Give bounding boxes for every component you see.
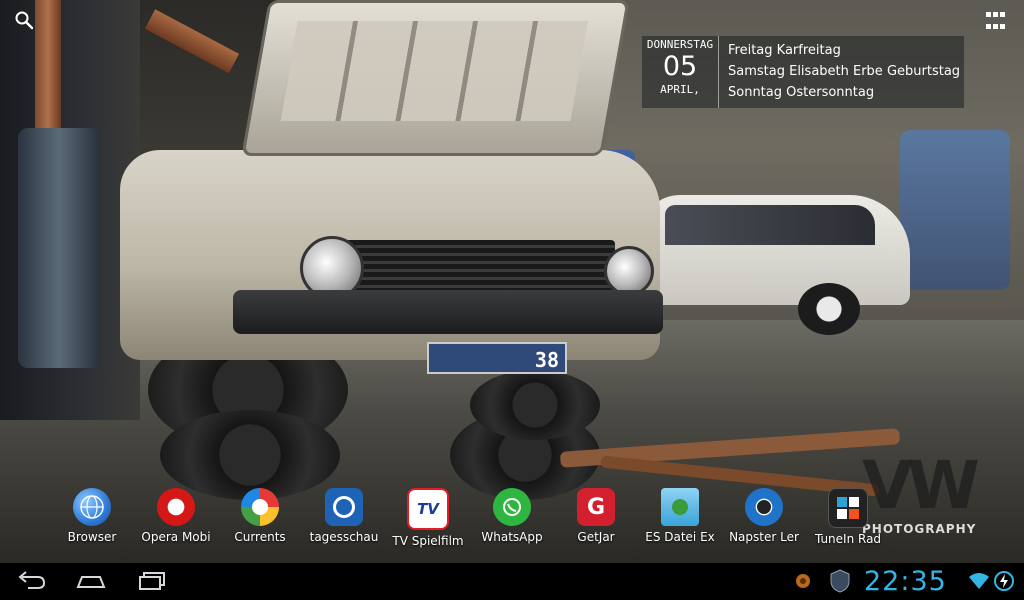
app-label: TuneIn Rad [814, 532, 882, 546]
wallpaper-bumper [233, 290, 663, 334]
app-label: Currents [234, 530, 286, 544]
app-shortcut-row: Browser Opera Mobi Currents tagesschau T… [60, 488, 890, 548]
all-apps-icon[interactable] [986, 12, 1008, 34]
wallpaper-license-plate: 38 [427, 342, 567, 374]
calendar-event[interactable]: Sonntag Ostersonntag [728, 82, 960, 103]
tagesschau-icon [325, 488, 363, 526]
calendar-events: Freitag Karfreitag Samstag Elisabeth Erb… [728, 40, 960, 103]
calendar-widget[interactable]: DONNERSTAG 05 APRIL, Freitag Karfreitag … [642, 36, 964, 108]
security-shield-icon[interactable] [830, 569, 850, 597]
wallpaper-white-car-window [665, 205, 875, 245]
wallpaper-headlight [604, 246, 654, 296]
recent-apps-icon[interactable] [134, 569, 168, 593]
calendar-event[interactable]: Samstag Elisabeth Erbe Geburtstag [728, 61, 960, 82]
app-label: Browser [67, 530, 117, 544]
home-icon[interactable] [74, 569, 108, 593]
opera-icon [157, 488, 195, 526]
wallpaper-pipe-diagonal [144, 9, 240, 74]
app-shortcut-whatsapp[interactable]: WhatsApp [470, 488, 554, 544]
status-clock[interactable]: 22:35 [864, 566, 947, 597]
wallpaper-white-car-wheel [798, 283, 860, 335]
currents-icon [241, 488, 279, 526]
calendar-weekday: DONNERSTAG [646, 38, 714, 51]
notification-icon[interactable] [794, 572, 812, 594]
system-navigation-bar: 22:35 [0, 563, 1024, 600]
getjar-icon: G [577, 488, 615, 526]
app-shortcut-tv-spielfilm[interactable]: TV TV Spielfilm [386, 488, 470, 548]
es-file-explorer-icon [661, 488, 699, 526]
wifi-icon [968, 571, 990, 595]
app-label: WhatsApp [481, 530, 543, 544]
battery-charging-icon [993, 570, 1015, 596]
app-label: Napster Ler [729, 530, 799, 544]
tunein-icon [828, 488, 868, 528]
app-label: ES Datei Ex [645, 530, 715, 544]
tv-spielfilm-icon: TV [407, 488, 449, 530]
app-shortcut-getjar[interactable]: G GetJar [554, 488, 638, 544]
calendar-month: APRIL, [660, 83, 700, 96]
app-label: GetJar [577, 530, 615, 544]
search-icon[interactable] [14, 10, 36, 32]
app-shortcut-currents[interactable]: Currents [218, 488, 302, 544]
wallpaper-golf-grill [345, 240, 615, 292]
browser-globe-icon [73, 488, 111, 526]
app-shortcut-opera[interactable]: Opera Mobi [134, 488, 218, 544]
app-shortcut-tunein[interactable]: TuneIn Rad [806, 488, 890, 546]
app-shortcut-napster[interactable]: Napster Ler [722, 488, 806, 544]
calendar-day-number: 05 [662, 51, 698, 82]
calendar-event[interactable]: Freitag Karfreitag [728, 40, 960, 61]
whatsapp-icon [493, 488, 531, 526]
app-label: TV Spielfilm [392, 534, 464, 548]
wallpaper-golf-hood [241, 0, 630, 156]
back-icon[interactable] [14, 569, 48, 593]
wallpaper-tire [160, 410, 340, 500]
wallpaper-pipe [35, 0, 61, 140]
calendar-date: DONNERSTAG 05 APRIL, [642, 36, 719, 108]
napster-icon [745, 488, 783, 526]
wallpaper-tank [18, 128, 100, 368]
app-shortcut-tagesschau[interactable]: tagesschau [302, 488, 386, 544]
app-shortcut-browser[interactable]: Browser [50, 488, 134, 544]
app-shortcut-es-file-explorer[interactable]: ES Datei Ex [638, 488, 722, 544]
app-label: tagesschau [309, 530, 379, 544]
app-label: Opera Mobi [141, 530, 211, 544]
wallpaper-graffiti-right [900, 130, 1010, 290]
wallpaper-tire [470, 370, 600, 440]
